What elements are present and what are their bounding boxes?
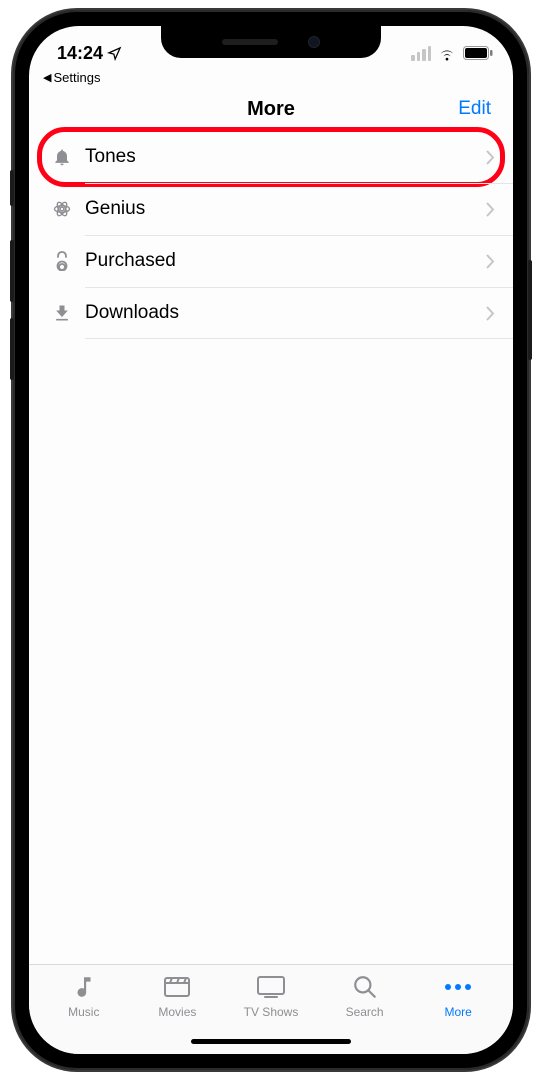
notch (161, 26, 381, 58)
list-item-label: Purchased (85, 250, 176, 272)
page-title: More (247, 98, 295, 121)
side-button (10, 240, 14, 302)
download-icon (47, 303, 77, 323)
tab-bar: Music Movies TV Shows Search (29, 964, 513, 1054)
list-item-tones[interactable]: Tones (29, 131, 513, 183)
cell-signal-icon (411, 46, 431, 61)
search-icon (352, 973, 378, 1001)
list-item-genius[interactable]: Genius (29, 183, 513, 235)
list-item-label: Genius (85, 198, 145, 220)
wifi-icon (437, 46, 457, 61)
tab-music[interactable]: Music (37, 973, 131, 1054)
tab-more[interactable]: More (411, 973, 505, 1054)
chevron-right-icon (486, 254, 495, 269)
tab-label: More (445, 1005, 472, 1019)
side-button (528, 260, 532, 360)
list-item-label: Tones (85, 146, 136, 168)
list-item-purchased[interactable]: Purchased (29, 235, 513, 287)
nav-header: More Edit (29, 87, 513, 131)
genius-icon (47, 199, 77, 219)
tab-label: Music (68, 1005, 99, 1019)
tv-icon (256, 973, 286, 1001)
more-icon (443, 973, 473, 1001)
battery-icon (463, 46, 493, 60)
side-button (10, 170, 14, 206)
breadcrumb-back[interactable]: ◀ Settings (29, 70, 513, 87)
home-indicator[interactable] (191, 1039, 351, 1044)
bell-icon (47, 147, 77, 167)
list-item-label: Downloads (85, 302, 179, 324)
menu-list: Tones Genius Purchased (29, 131, 513, 964)
back-chevron-icon: ◀ (43, 71, 51, 84)
chevron-right-icon (486, 306, 495, 321)
chevron-right-icon (486, 150, 495, 165)
tab-label: TV Shows (244, 1005, 299, 1019)
music-icon (71, 973, 97, 1001)
screen: 14:24 ◀ Settings (29, 26, 513, 1054)
status-time: 14:24 (57, 43, 103, 64)
chevron-right-icon (486, 202, 495, 217)
phone-frame: 14:24 ◀ Settings (13, 10, 529, 1070)
edit-button[interactable]: Edit (458, 98, 491, 120)
location-arrow-icon (107, 46, 122, 61)
list-item-downloads[interactable]: Downloads (29, 287, 513, 339)
movies-icon (163, 973, 191, 1001)
tab-label: Movies (158, 1005, 196, 1019)
tab-label: Search (346, 1005, 384, 1019)
purchased-icon (47, 251, 77, 271)
breadcrumb-label: Settings (53, 70, 100, 85)
side-button (10, 318, 14, 380)
